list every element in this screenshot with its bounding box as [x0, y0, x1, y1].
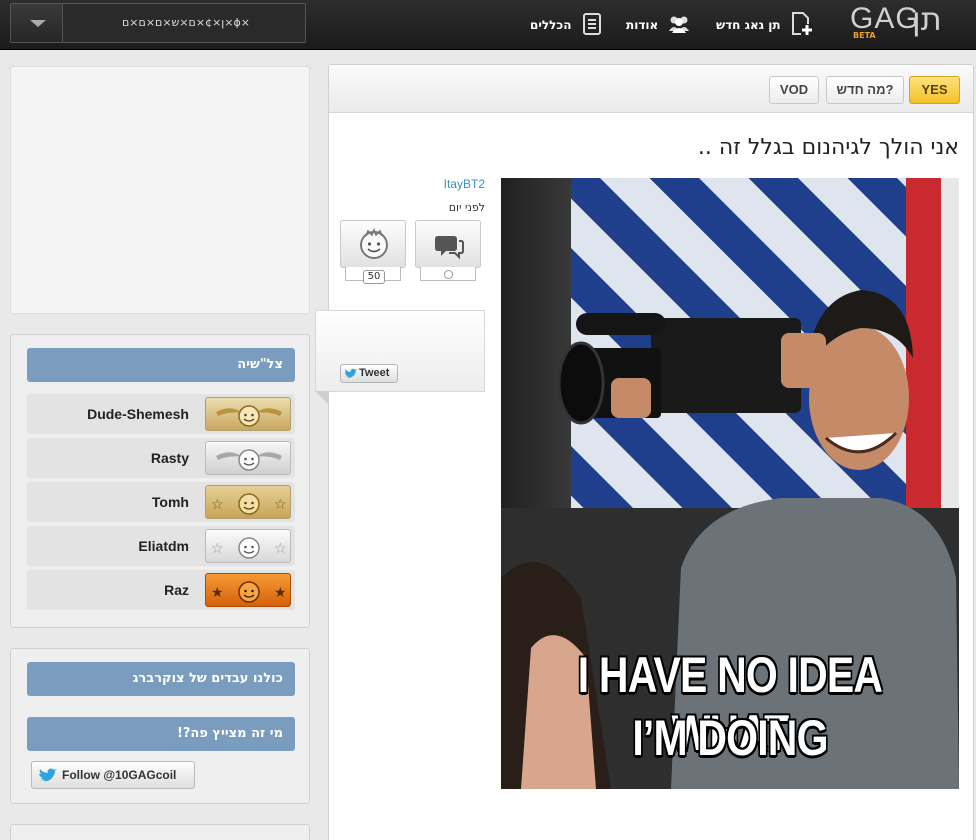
leaderboard-user-name: Eliatdm	[138, 538, 189, 554]
twitter-follow-button[interactable]: Follow @10GAGcoil	[31, 761, 195, 789]
gold-wings-medal-icon	[205, 397, 291, 431]
add-file-icon	[789, 10, 815, 41]
leaderboard-user-name: Raz	[164, 582, 189, 598]
category-selector-value: ן×¢×ם×ש×ם×ם×ם×ϕ×	[122, 16, 250, 29]
users-icon	[666, 14, 692, 37]
beta-badge: BETA	[853, 31, 876, 40]
svg-text:☆: ☆	[211, 541, 224, 557]
silver-stars-medal-icon: ☆ ☆	[205, 529, 291, 563]
nav-about[interactable]: אודות	[626, 0, 692, 50]
leaderboard-user-name: Dude-Shemesh	[87, 406, 189, 422]
nav-rules[interactable]: הכללים	[530, 0, 605, 50]
twitter-bird-icon	[38, 767, 58, 793]
category-selector[interactable]: ן×¢×ם×ש×ם×ם×ם×ϕ×	[10, 3, 306, 43]
smiley-face-icon	[360, 227, 388, 259]
svg-text:★: ★	[211, 585, 224, 601]
tab-whats-new[interactable]: מה חדש?	[826, 76, 904, 104]
leaderboard-user-name: Rasty	[150, 450, 189, 466]
leaderboard-row[interactable]: Dude-Shemesh	[27, 394, 295, 434]
leaderboard-row[interactable]: Rasty	[27, 438, 295, 478]
svg-text:☆: ☆	[274, 497, 287, 513]
twitter-widget-title: מי זה מצייץ פה?!	[27, 717, 295, 751]
post-image[interactable]: I HAVE NO IDEA WHAT I’M DOING	[501, 178, 959, 789]
speech-bubble-icon	[435, 236, 464, 260]
sidebar-widget-more	[10, 824, 310, 840]
tab-vod[interactable]: VOD	[769, 76, 819, 104]
facebook-widget-title: כולנו עבדים של צוקרברג	[27, 662, 295, 696]
tweet-button[interactable]: Tweet	[340, 364, 398, 383]
svg-text:☆: ☆	[211, 497, 224, 513]
leaderboard-user-name: Tomh	[151, 494, 189, 510]
leaderboard-title: צל"שיה	[27, 348, 295, 382]
share-box: Tweet	[315, 310, 485, 405]
silver-wings-medal-icon	[205, 441, 291, 475]
logo-hebrew: תן	[912, 0, 942, 38]
nav-about-label: אודות	[626, 18, 659, 32]
orange-stars-medal-icon: ★ ★	[205, 573, 291, 607]
svg-text:☆: ☆	[274, 541, 287, 557]
leaderboard-widget: צל"שיה Dude-Shemesh Rasty Tomh ☆ ☆ Eliatd…	[10, 334, 310, 628]
post-title[interactable]: אני הולך לגיהנום בגלל זה ..	[698, 135, 959, 160]
nav-rules-label: הכללים	[530, 18, 572, 32]
tweet-label: Tweet	[359, 367, 390, 379]
main-content: YES מה חדש? VOD אני הולך לגיהנום בגלל זה…	[315, 64, 974, 840]
like-counter: 50	[345, 267, 401, 284]
tab-bar: YES מה חדש? VOD	[329, 65, 973, 113]
chevron-down-icon	[30, 20, 46, 27]
comment-button[interactable]	[415, 220, 481, 268]
dropdown-toggle[interactable]	[11, 4, 63, 42]
leaderboard-row[interactable]: Eliatdm ☆ ☆	[27, 526, 295, 566]
nav-submit-label: תן גאג חדש	[716, 18, 781, 32]
like-button[interactable]	[340, 220, 406, 268]
site-logo[interactable]: GAG תן BETA	[850, 0, 960, 46]
scroll-icon	[579, 11, 605, 40]
meme-caption-line-2: I’M DOING	[632, 710, 828, 766]
follow-label: Follow @10GAGcoil	[62, 768, 177, 782]
gold-stars-medal-icon: ☆ ☆	[205, 485, 291, 519]
svg-text:★: ★	[274, 585, 287, 601]
nav-submit-gag[interactable]: תן גאג חדש	[716, 0, 815, 50]
ad-placeholder	[10, 66, 310, 314]
post-author-link[interactable]: ItayBT2	[435, 177, 485, 191]
twitter-bird-icon	[344, 368, 358, 386]
tab-yes[interactable]: YES	[909, 76, 960, 104]
post-timestamp: לפני יום	[448, 201, 485, 214]
comment-counter	[420, 267, 476, 281]
comment-count-dot	[444, 270, 453, 279]
top-bar: ן×¢×ם×ש×ם×ם×ם×ϕ× הכללים אודות תן גאג חדש…	[0, 0, 976, 50]
share-box-arrow	[315, 391, 329, 405]
like-count: 50	[363, 270, 385, 284]
leaderboard-row[interactable]: Raz ★ ★	[27, 570, 295, 610]
leaderboard-row[interactable]: Tomh ☆ ☆	[27, 482, 295, 522]
social-widget: כולנו עבדים של צוקרברג מי זה מצייץ פה?! …	[10, 648, 310, 804]
